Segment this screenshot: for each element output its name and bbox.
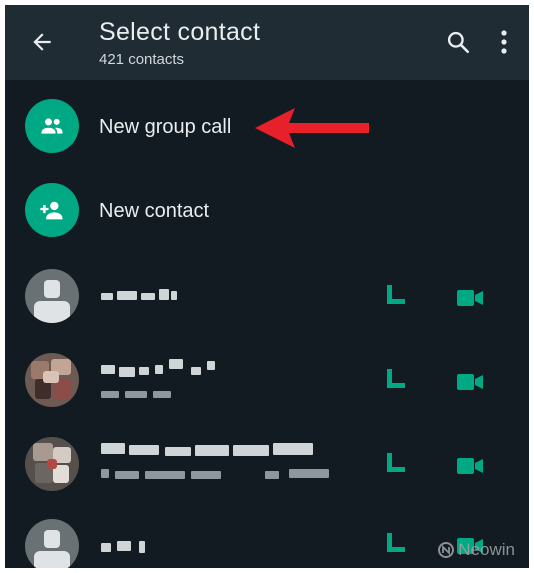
search-icon[interactable] bbox=[445, 29, 471, 55]
new-contact-item[interactable]: New contact bbox=[5, 169, 529, 253]
neowin-logo-icon bbox=[438, 542, 455, 558]
title-block: Select contact 421 contacts bbox=[99, 17, 260, 71]
voice-call-icon[interactable] bbox=[385, 533, 407, 557]
contact-row[interactable] bbox=[5, 423, 529, 507]
voice-call-icon[interactable] bbox=[385, 285, 407, 309]
group-call-avatar bbox=[25, 99, 79, 153]
watermark-text: Neowin bbox=[458, 540, 515, 559]
add-person-icon bbox=[40, 201, 63, 220]
annotation-arrow bbox=[255, 108, 369, 148]
watermark: Neowin bbox=[438, 540, 515, 560]
contact-row[interactable] bbox=[5, 339, 529, 423]
page-title: Select contact bbox=[99, 18, 261, 46]
app-window: Select contact 421 contacts New group ca… bbox=[0, 0, 534, 573]
new-contact-avatar bbox=[25, 183, 79, 237]
voice-call-icon[interactable] bbox=[385, 369, 407, 393]
contact-row[interactable] bbox=[5, 255, 529, 339]
new-contact-label: New contact bbox=[99, 200, 210, 222]
voice-call-icon[interactable] bbox=[385, 453, 407, 477]
group-icon bbox=[41, 118, 63, 134]
contact-photo-avatar bbox=[25, 353, 79, 407]
back-arrow-icon[interactable] bbox=[29, 29, 55, 55]
video-call-icon[interactable] bbox=[457, 289, 483, 307]
video-call-icon[interactable] bbox=[457, 373, 483, 391]
default-avatar-icon bbox=[25, 519, 79, 568]
new-group-call-label: New group call bbox=[99, 116, 232, 138]
contact-row[interactable] bbox=[5, 505, 529, 568]
contact-photo-avatar bbox=[25, 437, 79, 491]
top-app-bar: Select contact 421 contacts bbox=[5, 5, 529, 80]
default-avatar-icon bbox=[25, 269, 79, 323]
contact-count: 421 contacts bbox=[99, 51, 185, 68]
video-call-icon[interactable] bbox=[457, 457, 483, 475]
more-options-icon[interactable] bbox=[499, 27, 509, 57]
